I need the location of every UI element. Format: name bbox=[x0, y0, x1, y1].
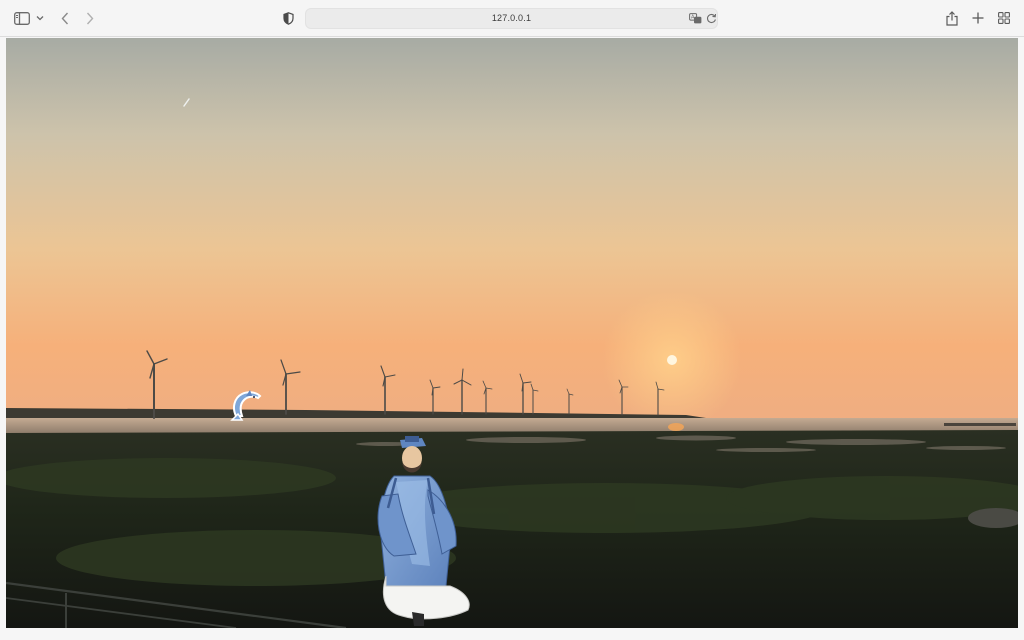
back-button[interactable] bbox=[58, 9, 72, 27]
grid-icon bbox=[998, 12, 1010, 24]
sun bbox=[667, 355, 677, 365]
share-icon bbox=[946, 10, 958, 26]
translate-icon[interactable]: A bbox=[689, 13, 702, 24]
sunset-scene bbox=[6, 38, 1018, 628]
privacy-report-button[interactable] bbox=[281, 9, 295, 27]
share-button[interactable] bbox=[944, 9, 960, 27]
sun-reflection bbox=[668, 423, 684, 431]
chevron-right-icon bbox=[86, 12, 94, 24]
new-tab-button[interactable] bbox=[970, 9, 986, 27]
sky bbox=[6, 38, 1018, 423]
forward-button[interactable] bbox=[83, 9, 97, 27]
svg-text:A: A bbox=[691, 15, 695, 21]
shield-icon bbox=[282, 11, 294, 25]
sidebar-toggle-button[interactable] bbox=[13, 9, 31, 27]
tab-overview-button[interactable] bbox=[996, 9, 1012, 27]
web-page-viewport bbox=[6, 38, 1018, 628]
plus-icon bbox=[972, 12, 984, 24]
url-text: 127.0.0.1 bbox=[491, 13, 532, 23]
pier bbox=[944, 423, 1016, 426]
reload-icon[interactable] bbox=[706, 13, 717, 24]
sidebar-toggle-icon bbox=[14, 11, 30, 25]
chevron-left-icon bbox=[61, 12, 69, 24]
sidebar-menu-button[interactable] bbox=[35, 9, 45, 27]
browser-toolbar: 127.0.0.1 A bbox=[0, 0, 1024, 37]
chevron-down-icon bbox=[36, 16, 44, 21]
address-bar[interactable]: 127.0.0.1 A bbox=[305, 8, 718, 29]
